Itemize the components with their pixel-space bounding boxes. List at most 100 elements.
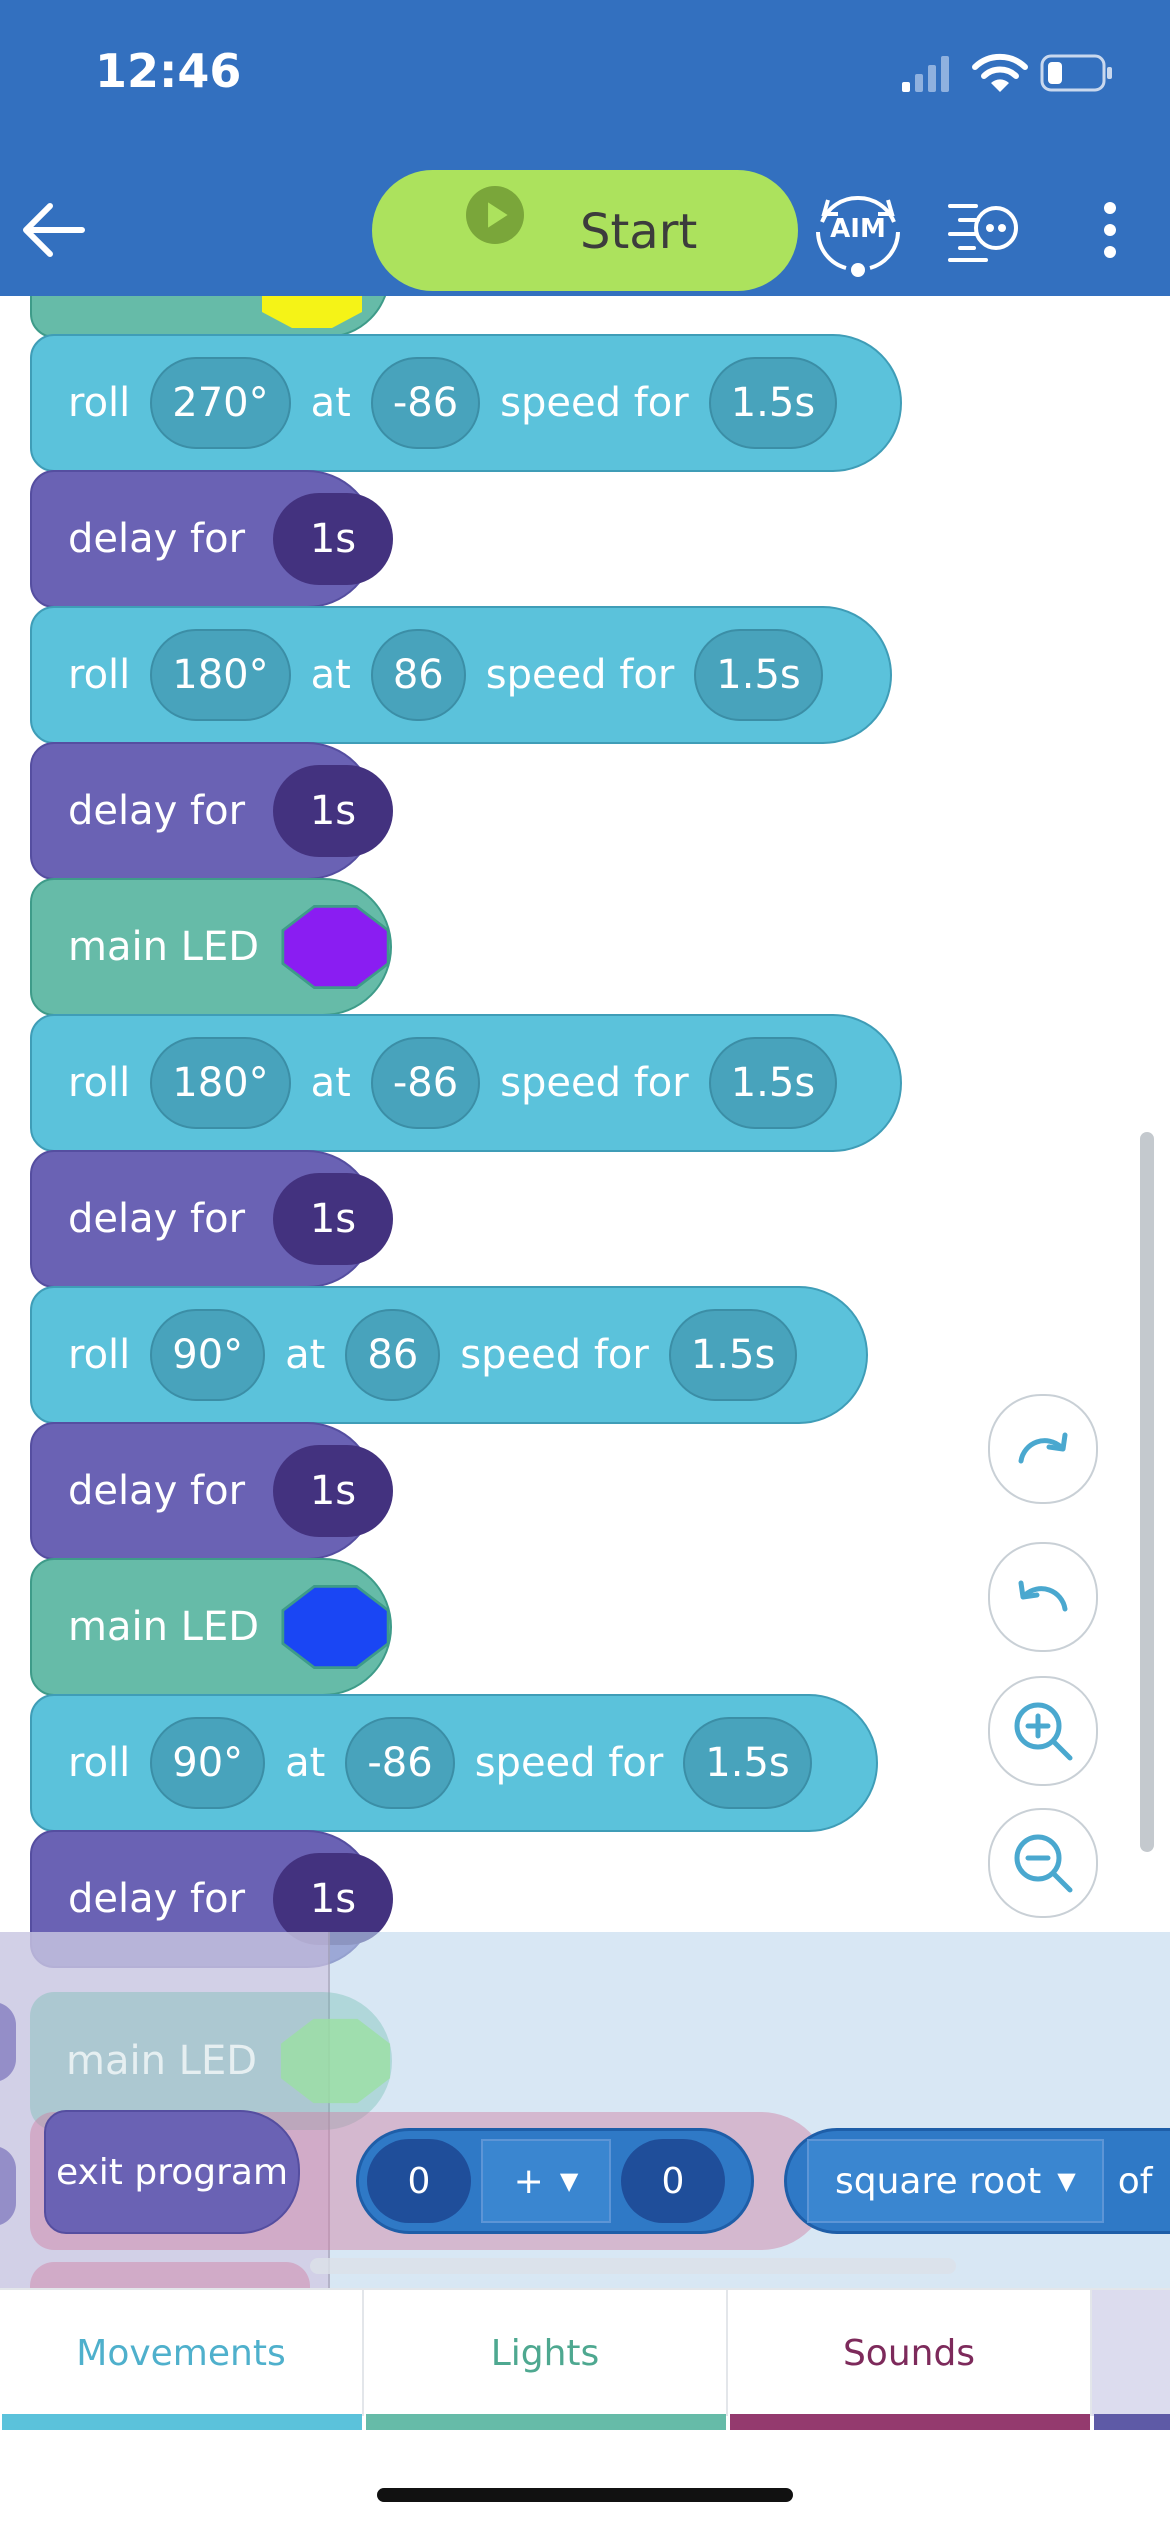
math-operator-dropdown[interactable]: + ▼: [481, 2139, 611, 2223]
tab-sounds-indicator: [730, 2414, 1090, 2430]
tab-lights-label: Lights: [490, 2332, 600, 2374]
heading-value[interactable]: 90°: [150, 1717, 266, 1809]
heading-value[interactable]: 180°: [150, 1037, 291, 1129]
battery-icon: [1040, 54, 1112, 92]
speed-value[interactable]: -86: [370, 357, 481, 449]
delay-label: delay for: [68, 1876, 246, 1922]
roll-block[interactable]: roll 90° at -86 speed for 1.5s: [30, 1694, 878, 1832]
speed-value[interactable]: 86: [345, 1309, 441, 1401]
delay-value[interactable]: 1s: [273, 1445, 394, 1537]
led-color-swatch[interactable]: [281, 1581, 390, 1673]
zoom-in-button[interactable]: [988, 1676, 1098, 1786]
roll-block[interactable]: roll 270° at -86 speed for 1.5s: [30, 334, 902, 472]
duration-value[interactable]: 1.5s: [708, 357, 838, 449]
wifi-icon: [972, 53, 1028, 92]
heading-value[interactable]: 270°: [150, 357, 291, 449]
delay-block[interactable]: delay for 1s: [30, 1150, 394, 1288]
at-label: at: [285, 1740, 326, 1786]
speed-for-label: speed for: [485, 652, 675, 698]
more-menu-icon[interactable]: [1100, 200, 1120, 260]
tab-movements[interactable]: Movements: [0, 2290, 364, 2416]
roll-block[interactable]: roll 180° at 86 speed for 1.5s: [30, 606, 892, 744]
at-label: at: [285, 1332, 326, 1378]
led-color-fill: [281, 904, 390, 990]
aim-label: AIM: [830, 214, 886, 244]
tab-lights-indicator: [366, 2414, 726, 2430]
tab-sounds[interactable]: Sounds: [728, 2290, 1092, 2416]
chevron-down-icon: ▼: [559, 2167, 579, 2195]
led-color-swatch[interactable]: [281, 901, 390, 993]
at-label: at: [310, 380, 351, 426]
undo-icon: [1018, 1580, 1068, 1612]
led-color-swatch: [262, 296, 362, 328]
block-drawer[interactable]: main LED exit program 0 + ▼ 0 square roo…: [0, 1932, 1170, 2322]
roll-label: roll: [68, 1740, 131, 1786]
aim-button[interactable]: AIM: [812, 192, 904, 278]
roll-block[interactable]: roll 180° at -86 speed for 1.5s: [30, 1014, 902, 1152]
math-operation-block[interactable]: 0 + ▼ 0: [356, 2128, 754, 2234]
undo-button[interactable]: [988, 1542, 1098, 1652]
robot-speed-icon[interactable]: [946, 198, 1022, 266]
at-label: at: [310, 652, 351, 698]
redo-button[interactable]: [988, 1394, 1098, 1504]
led-color-fill: [281, 1584, 390, 1670]
start-label: Start: [580, 204, 698, 260]
app-header: 12:46 Start AIM: [0, 0, 1170, 296]
heading-value[interactable]: 180°: [150, 629, 291, 721]
duration-value[interactable]: 1.5s: [694, 629, 823, 721]
faded-led-fill: [280, 2018, 391, 2104]
heading-value[interactable]: 90°: [150, 1309, 266, 1401]
main-led-block[interactable]: main LED: [30, 1558, 392, 1696]
delay-block[interactable]: delay for 1s: [30, 742, 394, 880]
speed-for-label: speed for: [474, 1740, 664, 1786]
tab-lights[interactable]: Lights: [364, 2290, 728, 2416]
exit-program-block[interactable]: exit program: [44, 2110, 300, 2234]
zoom-out-icon: [1014, 1834, 1073, 1893]
tab-movements-indicator: [2, 2414, 362, 2430]
roll-label: roll: [68, 652, 131, 698]
delay-value[interactable]: 1s: [273, 493, 394, 585]
zoom-out-button[interactable]: [988, 1808, 1098, 1918]
status-time: 12:46: [95, 44, 242, 98]
roll-label: roll: [68, 1332, 131, 1378]
tab-sounds-label: Sounds: [842, 2332, 976, 2374]
drawer-scrollbar[interactable]: [310, 2258, 956, 2274]
main-led-block[interactable]: main LED: [30, 878, 392, 1016]
roll-label: roll: [68, 380, 131, 426]
tab-next-partial[interactable]: [1092, 2290, 1170, 2416]
delay-value[interactable]: 1s: [273, 765, 394, 857]
speed-value[interactable]: -86: [370, 1037, 481, 1129]
duration-value[interactable]: 1.5s: [708, 1037, 838, 1129]
tab-movements-label: Movements: [76, 2332, 286, 2374]
delay-label: delay for: [68, 788, 246, 834]
duration-value[interactable]: 1.5s: [683, 1717, 812, 1809]
speed-for-label: speed for: [500, 380, 689, 426]
math-left-value[interactable]: 0: [367, 2139, 471, 2223]
back-arrow-icon[interactable]: [20, 200, 86, 260]
delay-label: delay for: [68, 1468, 246, 1514]
play-icon: [466, 186, 524, 244]
category-tabs: Movements Lights Sounds: [0, 2288, 1170, 2430]
main-led-label: main LED: [68, 1604, 260, 1650]
speed-for-label: speed for: [500, 1060, 689, 1106]
delay-label: delay for: [68, 516, 246, 562]
duration-value[interactable]: 1.5s: [668, 1309, 798, 1401]
delay-block[interactable]: delay for 1s: [30, 1422, 394, 1560]
roll-block[interactable]: roll 90° at 86 speed for 1.5s: [30, 1286, 868, 1424]
partial-led-block[interactable]: [30, 296, 390, 338]
exit-program-label: exit program: [55, 2151, 289, 2193]
vertical-scrollbar[interactable]: [1140, 1132, 1154, 1852]
function-dropdown[interactable]: square root ▼: [807, 2139, 1104, 2223]
start-button[interactable]: Start: [372, 170, 798, 291]
faded-led-label: main LED: [66, 2038, 258, 2084]
delay-block[interactable]: delay for 1s: [30, 470, 394, 608]
delay-value[interactable]: 1s: [273, 1173, 394, 1265]
square-root-block[interactable]: square root ▼ of: [784, 2128, 1170, 2234]
tab-next-indicator: [1094, 2414, 1170, 2430]
speed-value[interactable]: -86: [345, 1717, 455, 1809]
delay-label: delay for: [68, 1196, 246, 1242]
of-label: of: [1117, 2160, 1153, 2202]
speed-value[interactable]: 86: [370, 629, 466, 721]
math-right-value[interactable]: 0: [621, 2139, 725, 2223]
zoom-in-icon: [1014, 1702, 1073, 1761]
